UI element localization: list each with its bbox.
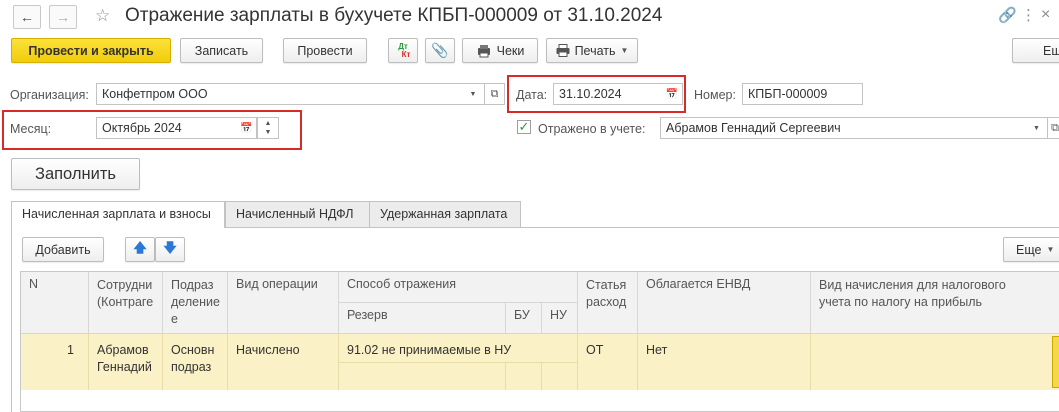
responsible-dropdown-button[interactable]: ▼ [1026,117,1048,139]
move-down-button[interactable]: 🡇 [155,237,185,262]
table-cell-method[interactable]: 91.02 не принимаемые в НУ [339,334,578,362]
org-field[interactable]: Конфетпром ООО [96,83,485,105]
table-more-button[interactable]: Еще ▼ [1003,237,1059,262]
paperclip-icon: 📎 [431,42,449,58]
open-window-icon: ⧉ [1051,121,1059,134]
table-cell-employee[interactable]: Абрамов Геннадий [89,334,163,390]
tab-accrued-ndfl[interactable]: Начисленный НДФЛ [225,201,370,227]
forward-button[interactable]: → [49,5,77,29]
reflected-label: Отражено в учете: [538,122,646,136]
reflected-checkbox[interactable]: ✓ [517,120,531,134]
header-expense[interactable]: Статья расход [578,272,638,334]
number-field[interactable]: КПБП-000009 [742,83,863,105]
header-method[interactable]: Способ отражения [339,272,578,303]
header-bu[interactable]: БУ [506,303,542,334]
header-accrual-type[interactable]: Вид начисления для налогового учета по н… [811,272,1059,334]
date-calendar-button[interactable]: 📅 [662,83,683,105]
table-cell-operation[interactable]: Начислено [228,334,339,390]
chevron-up-icon: ▲ [264,120,272,127]
accruals-table: N Сотрудни (Контраге Подраз деление е Ви… [20,271,1059,412]
back-button[interactable]: ← [13,5,41,29]
table-cell-n[interactable]: 1 [21,334,89,390]
table-cell-edit-marker[interactable] [1052,336,1059,388]
attach-button[interactable]: 📎 [425,38,455,63]
save-button[interactable]: Записать [180,38,263,63]
table-cell-nu[interactable] [542,362,578,390]
receipt-printer-icon [477,44,490,57]
header-operation[interactable]: Вид операции [228,272,339,334]
close-icon[interactable]: × [1041,6,1050,24]
org-dropdown-button[interactable]: ▼ [462,83,485,105]
header-n[interactable]: N [21,272,89,334]
header-nu[interactable]: НУ [542,303,578,334]
table-cell-expense[interactable]: ОТ [578,334,638,390]
date-label: Дата: [516,88,548,102]
header-department[interactable]: Подраз деление е [163,272,228,334]
chevron-down-icon: ▼ [264,129,272,136]
responsible-open-button[interactable]: ⧉ [1048,117,1059,139]
number-label: Номер: [694,88,736,102]
month-field[interactable]: Октябрь 2024 [96,117,238,139]
printer-icon [556,44,570,57]
table-cell-accrual-type[interactable] [811,334,1059,390]
date-field[interactable]: 31.10.2024 [553,83,663,105]
chevron-down-icon: ▼ [1046,245,1055,254]
month-calendar-button[interactable]: 📅 [237,117,257,139]
checkmark-icon: ✓ [518,119,530,134]
arrow-down-icon: 🡇 [163,239,177,255]
arrow-left-icon: ← [20,9,34,25]
responsible-field[interactable]: Абрамов Геннадий Сергеевич [660,117,1047,139]
header-employee[interactable]: Сотрудни (Контраге [89,272,163,334]
link-icon[interactable]: 🔗 [998,6,1017,24]
calendar-icon: 📅 [240,122,253,134]
table-cell-department[interactable]: Основн подраз [163,334,228,390]
post-button[interactable]: Провести [283,38,367,63]
chevron-down-icon: ▼ [1033,124,1040,132]
more-button[interactable]: Еще [1012,38,1059,63]
add-row-button[interactable]: Добавить [22,237,104,262]
arrow-right-icon: → [56,9,70,25]
dt-kt-button[interactable]: Дт Кт [388,38,418,63]
star-icon[interactable]: ☆ [95,6,110,26]
tab-accrued-salary[interactable]: Начисленная зарплата и взносы [11,201,225,228]
open-window-icon: ⧉ [490,87,499,100]
org-label: Организация: [10,88,89,102]
chevron-down-icon: ▼ [620,46,629,55]
table-cell-bu[interactable] [506,362,542,390]
print-button[interactable]: Печать ▼ [546,38,638,63]
chevron-down-icon: ▼ [469,90,477,98]
move-up-button[interactable]: 🡅 [125,237,155,262]
page-title: Отражение зарплаты в бухучете КПБП-00000… [125,5,663,26]
org-open-button[interactable]: ⧉ [485,83,505,105]
table-cell-reserve[interactable] [339,362,506,390]
more-icon[interactable]: ⋮ [1021,6,1036,24]
month-label: Месяц: [10,122,52,136]
tab-withheld-salary[interactable]: Удержанная зарплата [369,201,521,227]
month-stepper[interactable]: ▲ ▼ [257,117,279,139]
receipts-button[interactable]: Чеки [462,38,538,63]
post-and-close-button[interactable]: Провести и закрыть [11,38,171,63]
arrow-up-icon: 🡅 [133,239,147,255]
fill-button[interactable]: Заполнить [11,158,140,190]
header-envd[interactable]: Облагается ЕНВД [638,272,811,334]
table-cell-envd[interactable]: Нет [638,334,811,390]
calendar-icon: 📅 [665,88,679,100]
header-reserve[interactable]: Резерв [339,303,506,334]
